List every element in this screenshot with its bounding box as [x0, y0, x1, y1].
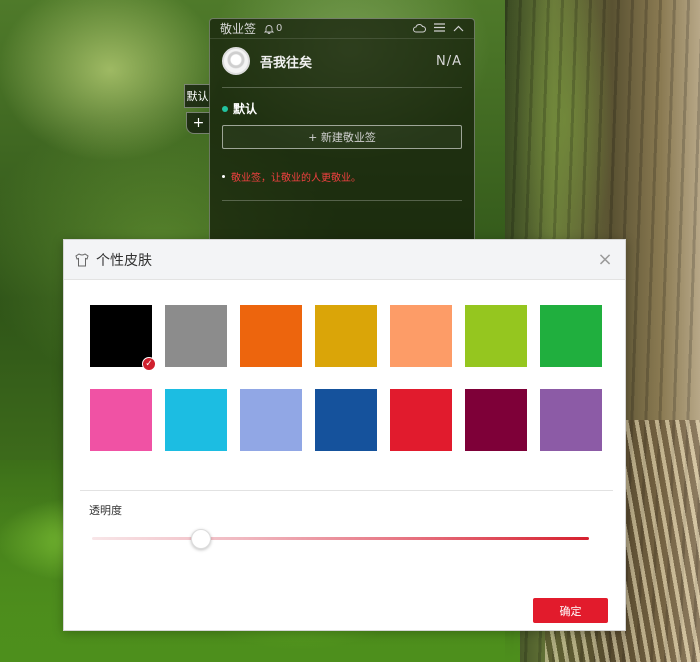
color-swatch[interactable] [165, 305, 227, 367]
selected-check-icon: ✓ [142, 357, 156, 371]
category-dot-icon [222, 105, 228, 112]
color-swatch[interactable] [240, 305, 302, 367]
menu-icon[interactable] [434, 23, 445, 34]
category-label: 默认 [233, 102, 258, 116]
note-item-text: 敬业签，让敬业的人更敬业。 [231, 173, 361, 184]
color-swatch[interactable] [540, 305, 602, 367]
user-name: 吾我往矣 [260, 55, 313, 71]
color-swatch[interactable] [540, 389, 602, 451]
shirt-icon [75, 252, 89, 266]
opacity-slider-track[interactable] [92, 537, 589, 540]
sticky-note-widget: 敬业签 0 吾我往矣 N/A 默认 + 新建敬业签 敬业签，让敬业的人更敬业。 [209, 18, 475, 248]
avatar[interactable] [222, 47, 250, 75]
notification-indicator[interactable]: 0 [264, 23, 282, 34]
color-swatch[interactable]: ✓ [90, 305, 156, 371]
note-item[interactable]: 敬业签，让敬业的人更敬业。 [210, 153, 474, 192]
note-title-bar[interactable]: 敬业签 0 [210, 19, 474, 39]
color-swatch[interactable] [315, 389, 377, 451]
color-swatch[interactable] [390, 389, 452, 451]
side-tab-default[interactable]: 默认 [184, 84, 210, 108]
side-add-category-button[interactable]: + [186, 112, 210, 134]
user-row: 吾我往矣 N/A [210, 39, 474, 83]
title-bar-actions [413, 23, 464, 35]
divider [222, 200, 462, 201]
user-status: N/A [436, 53, 462, 69]
opacity-label: 透明度 [89, 504, 122, 517]
cloud-sync-icon[interactable] [413, 23, 426, 35]
opacity-slider-thumb[interactable] [191, 529, 212, 549]
bell-icon [264, 24, 275, 34]
color-swatch[interactable] [240, 389, 302, 451]
close-button[interactable]: × [595, 249, 615, 270]
new-note-button[interactable]: + 新建敬业签 [222, 125, 462, 149]
dialog-title: 个性皮肤 [96, 252, 152, 269]
app-title: 敬业签 [220, 22, 257, 36]
divider [222, 87, 462, 88]
color-swatch[interactable] [465, 305, 527, 367]
skin-dialog: 个性皮肤 × ✓ 透明度 确定 [63, 239, 626, 631]
color-swatch[interactable] [315, 305, 377, 367]
color-swatch[interactable] [390, 305, 452, 367]
color-swatch[interactable] [90, 389, 152, 451]
divider [80, 490, 613, 491]
notification-count: 0 [276, 23, 283, 34]
dialog-header: 个性皮肤 × [64, 240, 625, 280]
category-header: 默认 [210, 92, 474, 121]
color-swatch[interactable] [465, 389, 527, 451]
color-swatch[interactable] [165, 389, 227, 451]
collapse-chevron-icon[interactable] [453, 23, 464, 34]
confirm-button[interactable]: 确定 [533, 598, 608, 623]
